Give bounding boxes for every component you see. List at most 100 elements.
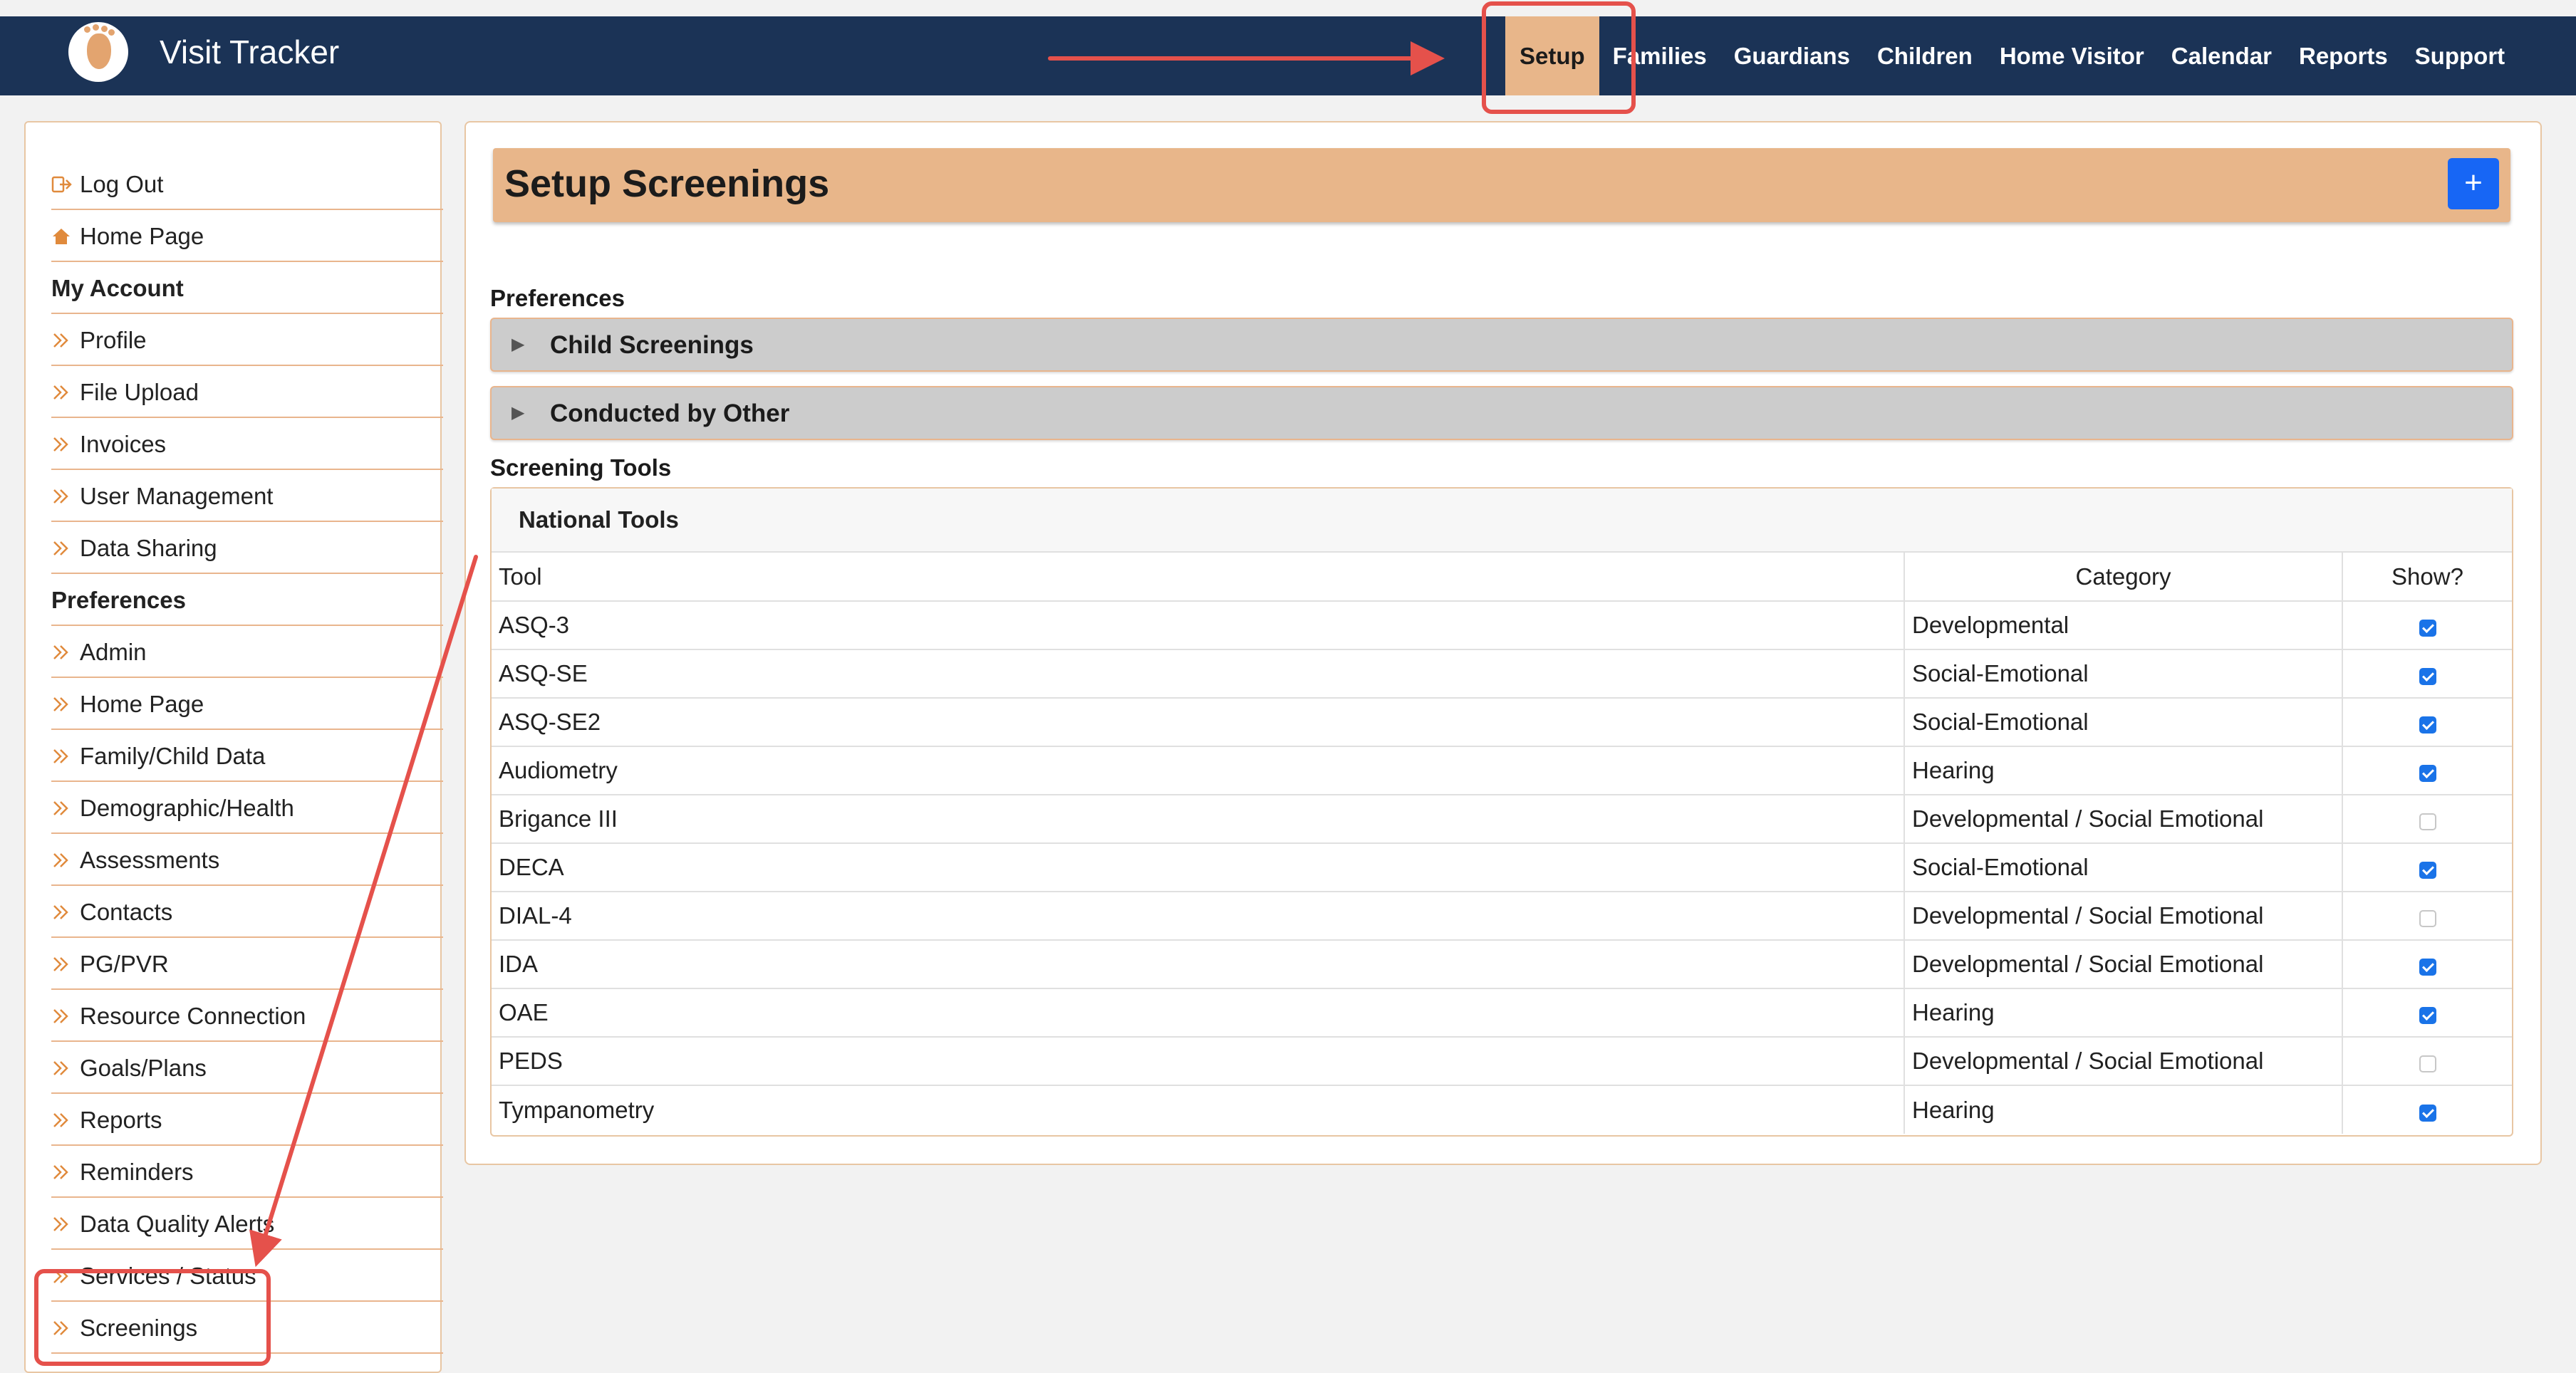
column-header-tool: Tool	[492, 553, 1905, 602]
chevron-double-right-icon	[51, 487, 80, 506]
sidebar-item-contacts[interactable]: Contacts	[51, 887, 443, 938]
sidebar-item-profile[interactable]: Profile	[51, 315, 443, 366]
sidebar-item-label: Goals/Plans	[80, 1054, 207, 1081]
chevron-double-right-icon	[51, 331, 80, 350]
sidebar-item-home-page[interactable]: Home Page	[51, 212, 443, 262]
nav-item-home-visitor[interactable]: Home Visitor	[1986, 16, 2158, 95]
sidebar-item-label: Resource Connection	[80, 1002, 306, 1029]
show-checkbox[interactable]	[2419, 813, 2436, 831]
sidebar-item-pg-pvr[interactable]: PG/PVR	[51, 939, 443, 990]
footprint-logo-icon[interactable]	[68, 22, 128, 82]
sidebar-item-admin[interactable]: Admin	[51, 627, 443, 678]
sidebar-item-label: User Management	[80, 482, 274, 509]
chevron-double-right-icon	[51, 1007, 80, 1025]
nav-item-calendar[interactable]: Calendar	[2158, 16, 2285, 95]
chevron-double-right-icon	[51, 539, 80, 558]
show-cell	[2342, 794, 2512, 844]
sidebar-item-home-page[interactable]: Home Page	[51, 679, 443, 730]
show-checkbox[interactable]	[2419, 959, 2436, 976]
nav-item-children[interactable]: Children	[1864, 16, 1986, 95]
show-checkbox[interactable]	[2419, 716, 2436, 734]
show-checkbox[interactable]	[2419, 620, 2436, 637]
sidebar: Log Out Home Page My Account Profile File Up…	[24, 121, 443, 1373]
chevron-double-right-icon	[51, 851, 80, 870]
home-icon	[51, 227, 80, 246]
category-cell: Developmental / Social Emotional	[1904, 1036, 2343, 1086]
sidebar-item-reminders[interactable]: Reminders	[51, 1147, 443, 1198]
show-checkbox[interactable]	[2419, 765, 2436, 783]
table-header-row: Tool Category Show?	[492, 553, 2512, 602]
tool-name-cell: ASQ-3	[492, 600, 1905, 650]
tool-name-cell: Audiometry	[492, 746, 1905, 795]
main-nav: Setup Families Guardians Children Home Visit…	[1505, 16, 2518, 95]
nav-item-support[interactable]: Support	[2401, 16, 2518, 95]
chevron-double-right-icon	[51, 1059, 80, 1077]
sidebar-item-goals-plans[interactable]: Goals/Plans	[51, 1043, 443, 1094]
table-row: PEDS Developmental / Social Emotional	[492, 1036, 2512, 1086]
caret-right-icon: ▶	[511, 403, 525, 422]
show-cell	[2342, 697, 2512, 747]
chevron-double-right-icon	[51, 695, 80, 714]
show-cell	[2342, 842, 2512, 892]
category-cell: Hearing	[1904, 746, 2343, 795]
category-cell: Social-Emotional	[1904, 842, 2343, 892]
sidebar-item-label: Reports	[80, 1106, 162, 1133]
sidebar-item-label: File Upload	[80, 378, 199, 405]
show-cell	[2342, 939, 2512, 989]
chevron-double-right-icon	[51, 799, 80, 818]
nav-item-guardians[interactable]: Guardians	[1720, 16, 1864, 95]
sidebar-item-label: Contacts	[80, 898, 173, 925]
caret-right-icon: ▶	[511, 335, 525, 354]
show-checkbox[interactable]	[2419, 1104, 2436, 1122]
chevron-double-right-icon	[51, 955, 80, 973]
sidebar-item-label: Invoices	[80, 430, 167, 457]
sidebar-item-demographic-health[interactable]: Demographic/Health	[51, 783, 443, 834]
sidebar-item-file-upload[interactable]: File Upload	[51, 367, 443, 418]
sidebar-item-data-sharing[interactable]: Data Sharing	[51, 523, 443, 574]
page-title-bar: Setup Screenings +	[493, 148, 2510, 222]
sidebar-item-assessments[interactable]: Assessments	[51, 835, 443, 886]
sidebar-item-label: Preferences	[51, 586, 186, 613]
tool-name-cell: Tympanometry	[492, 1085, 1905, 1134]
sidebar-item-invoices[interactable]: Invoices	[51, 419, 443, 470]
sidebar-item-family-child-data[interactable]: Family/Child Data	[51, 731, 443, 782]
table-row: ASQ-3 Developmental	[492, 600, 2512, 650]
tool-name-cell: OAE	[492, 988, 1905, 1038]
nav-item-reports[interactable]: Reports	[2285, 16, 2401, 95]
sidebar-item-label: Data Quality Alerts	[80, 1210, 275, 1237]
add-screening-button[interactable]: +	[2448, 158, 2499, 209]
tool-name-cell: ASQ-SE2	[492, 697, 1905, 747]
app-title: Visit Tracker	[160, 33, 340, 71]
accordion-child-screenings[interactable]: ▶ Child Screenings	[490, 318, 2513, 372]
tools-table: Tool Category Show? ASQ-3 Developmental AS…	[492, 553, 2512, 1134]
sidebar-item-label: Profile	[80, 326, 147, 353]
show-checkbox[interactable]	[2419, 1007, 2436, 1025]
sidebar-item-resource-connection[interactable]: Resource Connection	[51, 991, 443, 1042]
category-cell: Hearing	[1904, 1085, 2343, 1134]
sidebar-item-reports[interactable]: Reports	[51, 1095, 443, 1146]
accordion-label: Child Screenings	[550, 331, 754, 359]
tool-name-cell: IDA	[492, 939, 1905, 989]
sidebar-item-label: Data Sharing	[80, 534, 217, 561]
sidebar-item-label: Home Page	[80, 690, 204, 717]
sidebar-item-user-management[interactable]: User Management	[51, 471, 443, 522]
chevron-double-right-icon	[51, 383, 80, 402]
show-checkbox[interactable]	[2419, 910, 2436, 928]
tool-name-cell: ASQ-SE	[492, 649, 1905, 699]
show-checkbox[interactable]	[2419, 668, 2436, 686]
sidebar-item-label: Family/Child Data	[80, 742, 266, 769]
sidebar-item-label: PG/PVR	[80, 950, 169, 977]
show-checkbox[interactable]	[2419, 1055, 2436, 1073]
table-row: IDA Developmental / Social Emotional	[492, 939, 2512, 989]
sidebar-item-log-out[interactable]: Log Out	[51, 160, 443, 210]
show-checkbox[interactable]	[2419, 862, 2436, 879]
accordion-conducted-by-other[interactable]: ▶ Conducted by Other	[490, 386, 2513, 440]
sidebar-item-label: Assessments	[80, 846, 220, 873]
show-cell	[2342, 891, 2512, 941]
tool-name-cell: DIAL-4	[492, 891, 1905, 941]
show-cell	[2342, 649, 2512, 699]
category-cell: Developmental / Social Emotional	[1904, 891, 2343, 941]
sidebar-item-data-quality-alerts[interactable]: Data Quality Alerts	[51, 1199, 443, 1250]
show-cell	[2342, 988, 2512, 1038]
category-cell: Social-Emotional	[1904, 697, 2343, 747]
